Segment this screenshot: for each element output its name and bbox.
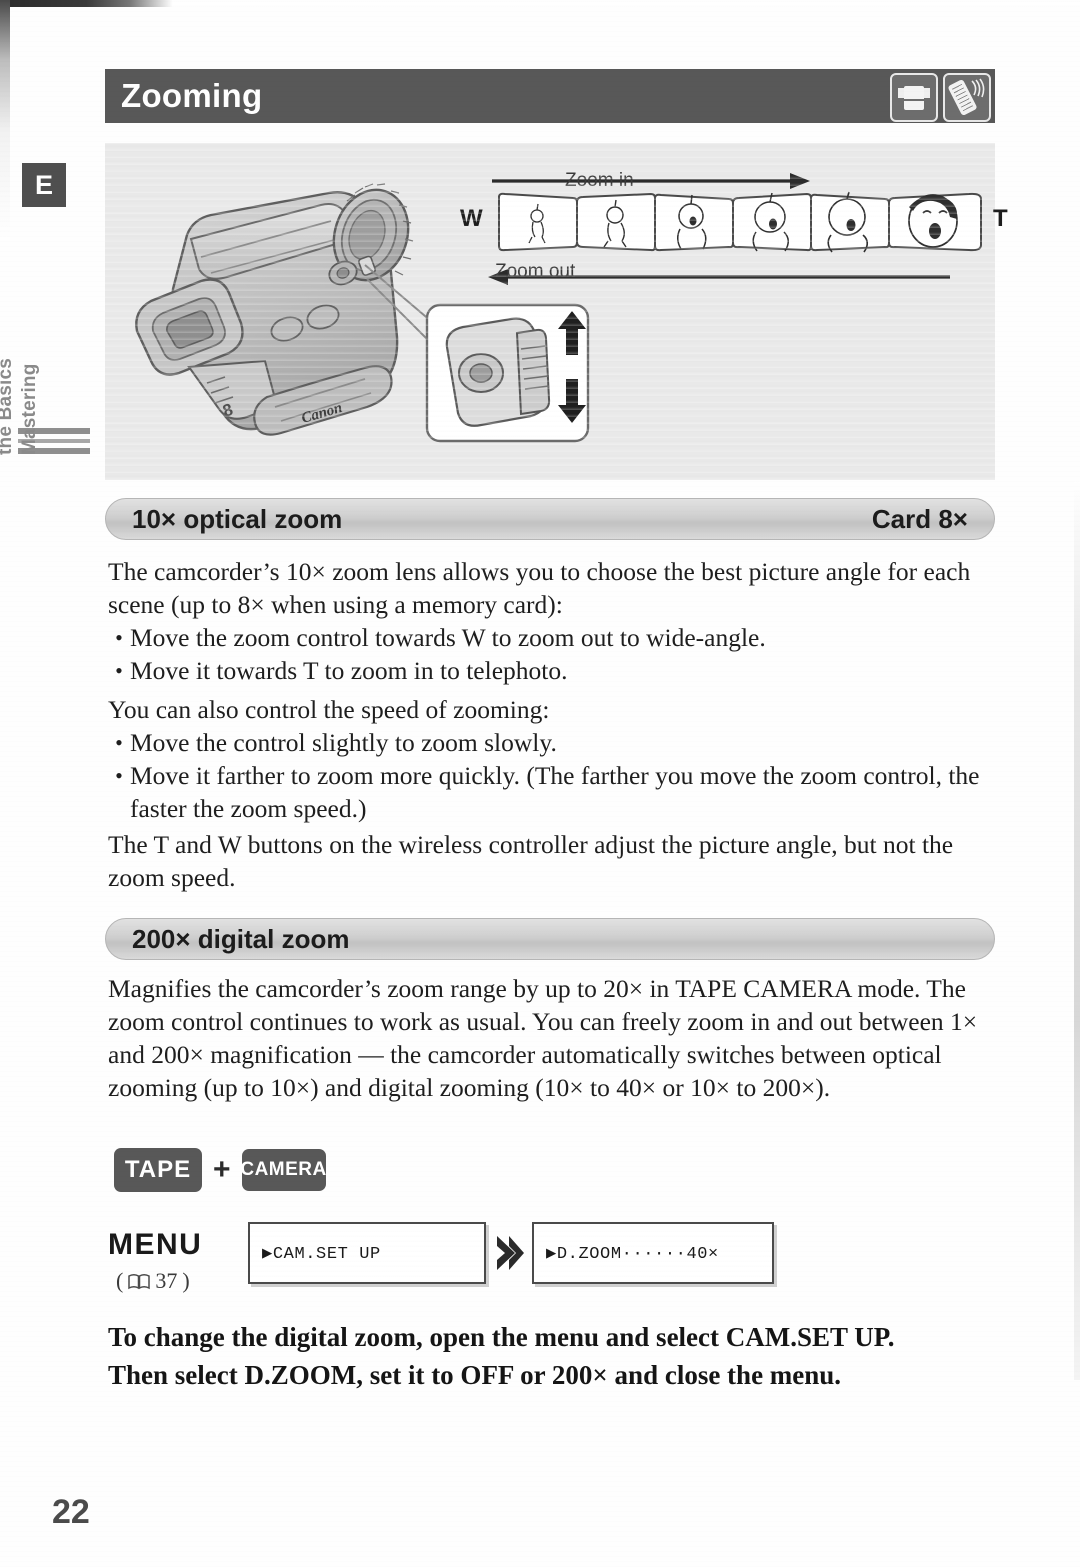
sidebar-chapter-label: Mastering the Basics (0, 295, 42, 455)
scan-right-edge (1074, 480, 1080, 1380)
instruction-line-2: Then select D.ZOOM, set it to OFF or 200… (108, 1360, 842, 1390)
menu-flow-arrow-icon (486, 1222, 532, 1284)
zoom-speed-block: You can also control the speed of zoomin… (108, 693, 998, 825)
zoom-frame-strip (498, 191, 982, 253)
digital-zoom-body: Magnifies the camcorder’s zoom range by … (108, 974, 978, 1102)
mode-badge-row: TAPE + CAMERA (114, 1148, 326, 1192)
page-title: Zooming (121, 77, 263, 114)
list-item: • Move the control slightly to zoom slow… (108, 726, 998, 759)
camcorder-tape-icon-wing-right (924, 88, 930, 98)
chapter-letter-text: E (34, 169, 53, 200)
wireless-controller-icon (943, 73, 991, 122)
zoom-out-label: Zoom out (495, 261, 576, 282)
section-title-bar: Zooming (105, 69, 995, 123)
mode-badge-plus-icon: + (213, 1153, 231, 1186)
menu-label-group: MENU ( 37 ) (108, 1222, 248, 1294)
optical-zoom-section-header: 10× optical zoom Card 8× (105, 498, 995, 540)
menu-label: MENU (108, 1228, 203, 1261)
menu-flow-row: MENU ( 37 ) ▶CAM.SET UP ▶D.ZOOM······40× (108, 1222, 774, 1294)
digital-zoom-section-header: 200× digital zoom (105, 918, 995, 960)
mode-badge-tape: TAPE (114, 1148, 202, 1192)
bullet-icon: • (115, 625, 123, 650)
instruction-line-1: To change the digital zoom, open the men… (108, 1322, 895, 1352)
optical-bullet-2: Move it towards T to zoom in to telephot… (130, 656, 568, 685)
sidebar-label-line-1: Mastering (19, 363, 40, 455)
menu-screen-cam-set-up: ▶CAM.SET UP (248, 1222, 486, 1284)
card-zoom-badge: Card 8× (871, 503, 968, 534)
speed-bullet-2: Move it farther to zoom more quickly. (T… (130, 761, 980, 823)
zoom-control-callout (425, 303, 590, 443)
optical-zoom-heading: 10× optical zoom (132, 503, 343, 534)
bullet-icon: • (115, 658, 123, 683)
wireless-controller-note: The T and W buttons on the wireless cont… (108, 830, 954, 892)
optical-intro-text: The camcorder’s 10× zoom lens allows you… (108, 557, 971, 619)
wireless-controller-icon-waves (971, 78, 985, 98)
illustration-panel: 8 Canon W T Zoom in Zoom out (105, 143, 1008, 480)
camcorder-tape-icon (890, 73, 938, 122)
telephoto-label: T (993, 205, 1008, 232)
header-mode-icons (890, 73, 991, 122)
list-item: • Move it towards T to zoom in to teleph… (108, 654, 998, 687)
digital-zoom-heading: 200× digital zoom (132, 923, 350, 954)
camcorder-tape-icon-body (904, 86, 924, 110)
instruction-block: To change the digital zoom, open the men… (108, 1318, 1008, 1394)
bullet-icon: • (115, 730, 123, 755)
camcorder-tape-icon-line (904, 99, 924, 101)
speed-bullet-1: Move the control slightly to zoom slowly… (130, 728, 557, 757)
scan-left-edge (0, 0, 10, 240)
menu-page-ref-close-paren: ) (182, 1268, 190, 1293)
menu-screen-1-text: ▶CAM.SET UP (262, 1244, 381, 1264)
chapter-letter-tab: E (22, 163, 66, 207)
scan-top-edge (0, 0, 1080, 7)
list-item: • Move the zoom control towards W to zoo… (108, 621, 998, 654)
menu-page-reference: ( 37 ) (116, 1268, 248, 1294)
optical-intro-block: The camcorder’s 10× zoom lens allows you… (108, 555, 998, 687)
menu-page-ref-open-paren: ( (116, 1268, 124, 1293)
page-number: 22 (52, 1493, 90, 1531)
zoom-in-label: Zoom in (565, 170, 634, 191)
bullet-icon: • (115, 763, 123, 788)
sidebar-label-line-2: the Basics (0, 357, 16, 455)
optical-bullet-1: Move the zoom control towards W to zoom … (130, 623, 766, 652)
list-item: • Move it farther to zoom more quickly. … (108, 759, 998, 825)
menu-screen-2-text: ▶D.ZOOM······40× (546, 1244, 719, 1264)
open-book-icon (128, 1273, 151, 1289)
zoom-speed-intro: You can also control the speed of zoomin… (108, 695, 550, 724)
mode-badge-camera: CAMERA (240, 1149, 326, 1191)
menu-screen-d-zoom: ▶D.ZOOM······40× (532, 1222, 774, 1284)
menu-page-ref-number: 37 (155, 1268, 178, 1293)
